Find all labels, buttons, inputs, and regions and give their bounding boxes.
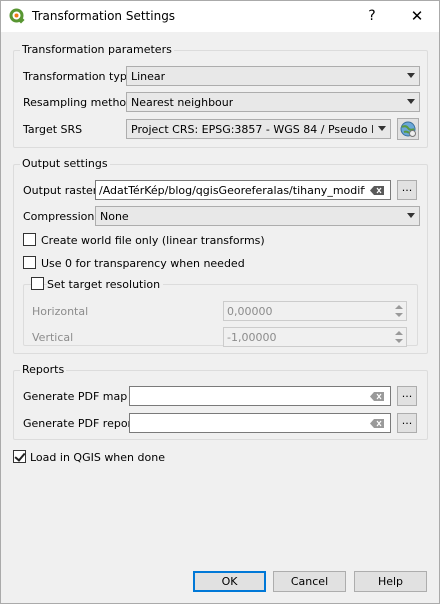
compression-combo[interactable]: None [95,206,420,226]
pdf-map-input[interactable] [129,386,391,406]
output-raster-input[interactable]: /AdatTérKép/blog/qgisGeoreferalas/tihany… [95,180,391,200]
chevron-down-icon [407,213,415,218]
vertical-resolution-spinbox: -1,00000 [223,327,407,347]
pdf-report-label: Generate PDF report [23,417,137,430]
target-resolution-checkbox[interactable] [31,277,44,290]
resampling-method-combo[interactable]: Nearest neighbour [126,92,420,112]
context-help-button[interactable]: ? [357,1,387,32]
pdf-map-browse-button[interactable]: ... [397,386,417,406]
transformation-type-combo[interactable]: Linear [126,66,420,86]
target-srs-combo[interactable]: Project CRS: EPSG:3857 - WGS 84 / Pseudo… [126,119,391,139]
load-in-qgis-label[interactable]: Load in QGIS when done [30,451,165,464]
pdf-report-input[interactable] [129,413,391,433]
output-raster-value: /AdatTérKép/blog/qgisGeoreferalas/tihany… [99,184,365,197]
chevron-down-icon [407,99,415,104]
output-settings-title: Output settings [20,157,110,170]
output-raster-label: Output raster [23,184,98,197]
crs-selector-icon [400,121,416,137]
target-resolution-label[interactable]: Set target resolution [47,278,164,291]
transformation-parameters-title: Transformation parameters [20,43,174,56]
target-srs-label: Target SRS [23,123,83,136]
chevron-down-icon [378,126,386,131]
window-title: Transformation Settings [32,9,176,23]
vertical-resolution-value: -1,00000 [227,331,277,344]
horizontal-resolution-value: 0,00000 [227,305,273,318]
world-file-label[interactable]: Create world file only (linear transform… [41,234,265,247]
world-file-checkbox[interactable] [23,233,36,246]
transformation-type-label: Transformation type [23,70,134,83]
horizontal-label: Horizontal [32,305,89,318]
horizontal-resolution-spinbox: 0,00000 [223,301,407,321]
clear-icon[interactable] [370,392,384,401]
compression-value: None [100,210,129,223]
clear-icon[interactable] [370,186,384,195]
load-in-qgis-checkbox[interactable] [13,450,26,463]
spin-arrows-icon [393,329,405,345]
resampling-method-label: Resampling method [23,96,134,109]
close-button[interactable]: ✕ [399,1,435,32]
cancel-button[interactable]: Cancel [273,571,346,592]
resampling-method-value: Nearest neighbour [131,96,234,109]
help-button[interactable]: Help [354,571,427,592]
transparency-label[interactable]: Use 0 for transparency when needed [41,257,245,270]
clear-icon[interactable] [370,419,384,428]
compression-label: Compression [23,210,95,223]
pdf-report-browse-button[interactable]: ... [397,413,417,433]
output-raster-browse-button[interactable]: ... [397,180,417,200]
target-srs-value: Project CRS: EPSG:3857 - WGS 84 / Pseudo… [131,123,373,136]
chevron-down-icon [407,73,415,78]
qgis-icon [9,8,25,24]
title-bar: Transformation Settings ? ✕ [1,1,439,32]
reports-title: Reports [20,363,67,376]
transformation-type-value: Linear [131,70,166,83]
pdf-map-label: Generate PDF map [23,390,128,403]
transparency-checkbox[interactable] [23,256,36,269]
spin-arrows-icon [393,303,405,319]
transformation-settings-dialog: Transformation Settings ? ✕ Transformati… [0,0,440,604]
ok-button[interactable]: OK [193,571,266,592]
vertical-label: Vertical [32,331,74,344]
crs-selector-button[interactable] [397,118,419,140]
